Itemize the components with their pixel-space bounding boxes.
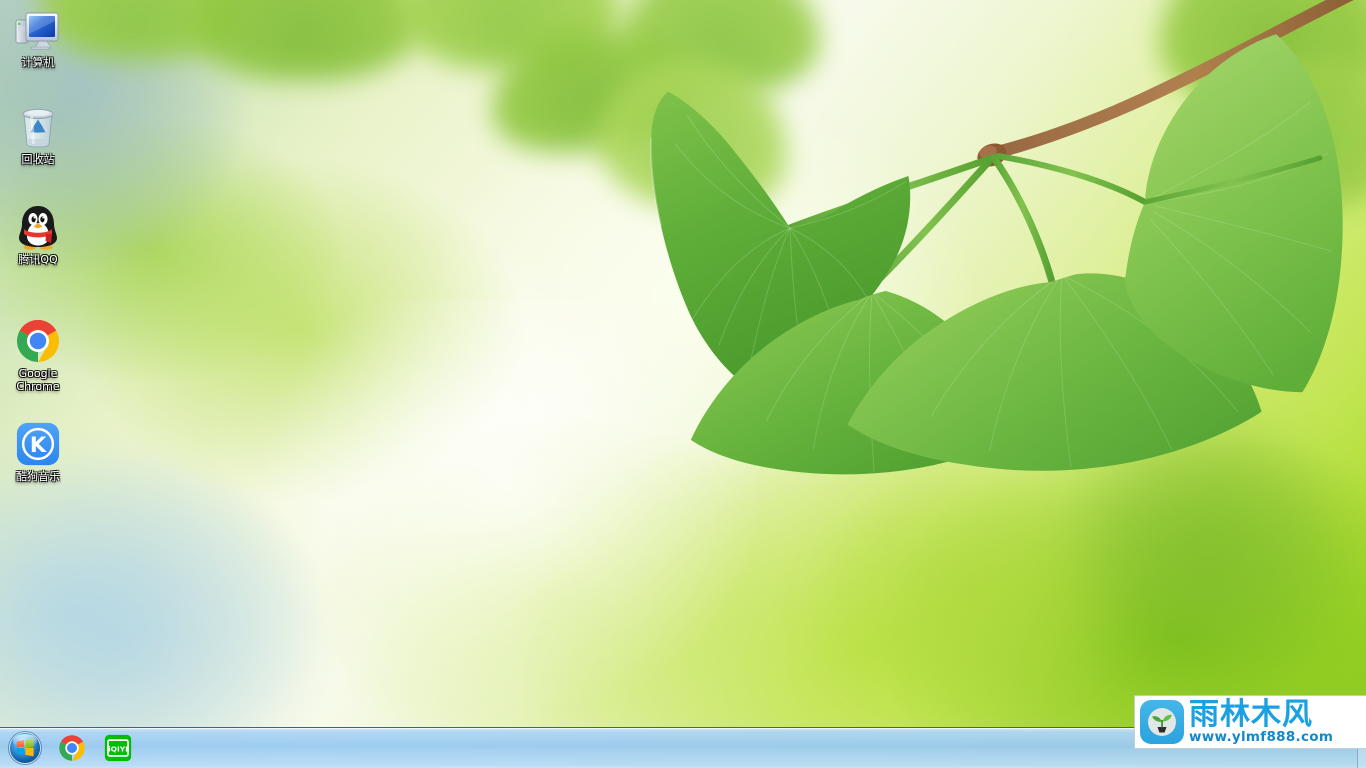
desktop-icon-label: 回收站 <box>21 153 55 166</box>
iqiyi-icon-text: iQIYI <box>108 745 128 754</box>
computer-icon <box>14 6 62 54</box>
svg-text:K: K <box>30 432 47 457</box>
watermark-url: www.ylmf888.com <box>1189 728 1334 745</box>
desktop[interactable]: 计算机 回收站 腾讯QQ Google Chrome K 酷狗音乐 iQIYI … <box>0 0 1366 768</box>
desktop-icon-kugou-music[interactable]: K 酷狗音乐 <box>0 420 76 484</box>
desktop-icon-label: Google Chrome <box>16 367 60 393</box>
ginkgo-leaf-cluster <box>600 0 1366 475</box>
qq-penguin-icon <box>14 203 62 251</box>
chrome-icon <box>14 317 62 365</box>
ylmf-sprout-logo <box>1140 700 1184 744</box>
desktop-icon-computer[interactable]: 计算机 <box>0 6 76 70</box>
desktop-icon-tencent-qq[interactable]: 腾讯QQ <box>0 203 76 267</box>
background-leaf-blur <box>820 470 1120 710</box>
taskbar-button-iqiyi[interactable]: iQIYI <box>97 730 139 766</box>
start-button[interactable] <box>3 730 47 766</box>
recycle-bin-icon <box>14 103 62 151</box>
desktop-icon-label: 腾讯QQ <box>18 253 58 266</box>
watermark-text-block: 雨林木风 www.ylmf888.com <box>1189 696 1334 745</box>
desktop-icon-google-chrome[interactable]: Google Chrome <box>0 317 76 393</box>
taskbar-button-chrome[interactable] <box>51 730 93 766</box>
kugou-k-icon: K <box>14 420 62 468</box>
desktop-icon-recycle-bin[interactable]: 回收站 <box>0 103 76 167</box>
wallpaper <box>0 0 1366 768</box>
watermark-ylmf: 雨林木风 www.ylmf888.com <box>1135 696 1366 748</box>
desktop-icon-label: 计算机 <box>21 56 55 69</box>
desktop-icon-label: 酷狗音乐 <box>16 470 60 483</box>
watermark-brand: 雨林木风 <box>1189 696 1313 732</box>
